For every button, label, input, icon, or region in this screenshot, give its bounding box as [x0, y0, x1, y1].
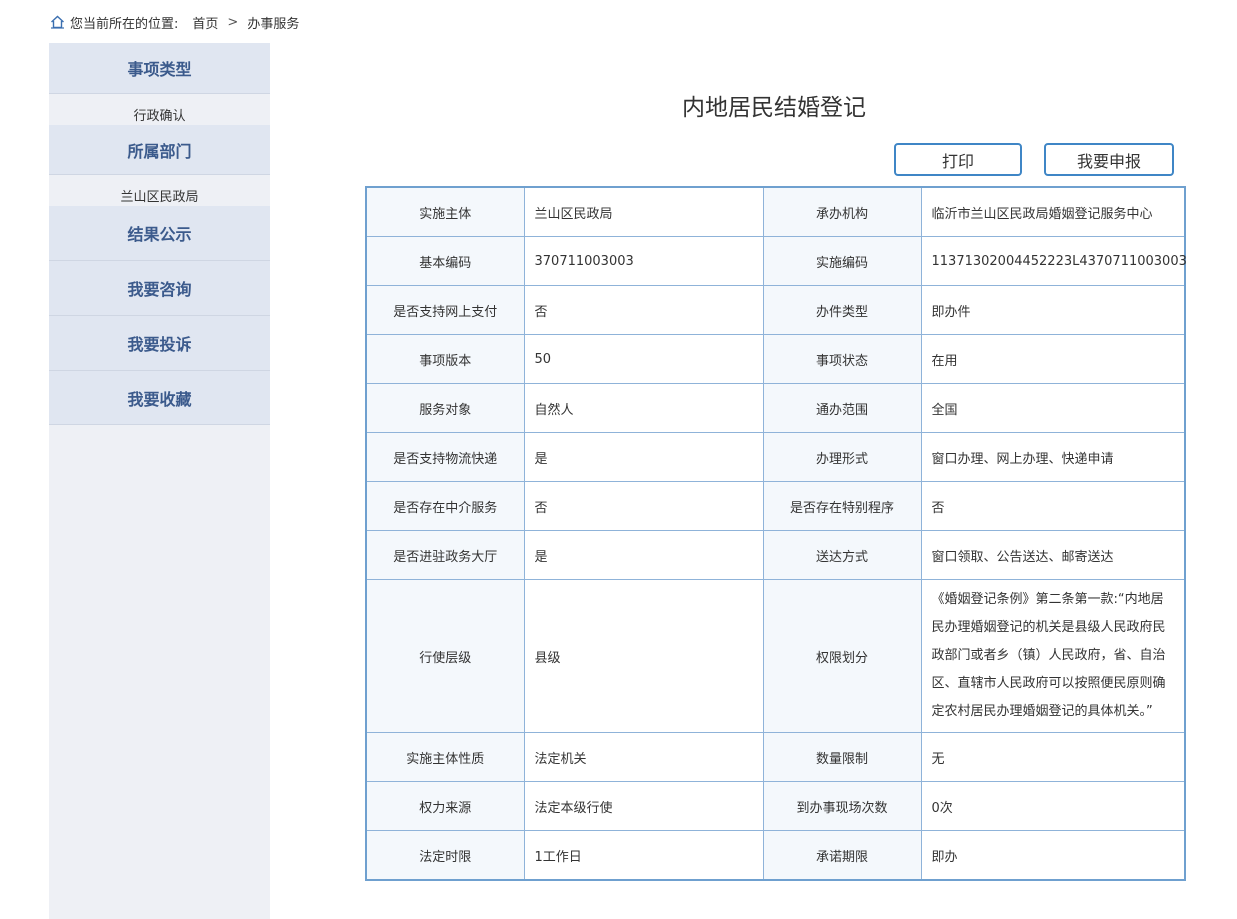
row-value: 0次	[920, 781, 1186, 831]
row-value: 50	[523, 334, 764, 384]
row-value: 否	[523, 481, 764, 531]
row-value: 370711003003	[523, 236, 764, 286]
sidebar-item-consult[interactable]: 我要咨询	[49, 261, 270, 316]
row-label: 服务对象	[365, 383, 525, 433]
table-row: 事项版本 50 事项状态 在用	[365, 334, 1186, 384]
breadcrumb-current[interactable]: 办事服务	[247, 13, 299, 32]
row-value: 自然人	[523, 383, 764, 433]
table-row: 实施主体性质 法定机关 数量限制 无	[365, 732, 1186, 782]
page-title: 内地居民结婚登记	[682, 95, 866, 121]
breadcrumb: 您当前所在的位置: 首页 > 办事服务	[50, 12, 299, 32]
row-value: 否	[920, 481, 1186, 531]
row-label: 是否支持物流快递	[365, 432, 525, 482]
apply-button[interactable]: 我要申报	[1044, 143, 1174, 176]
row-label: 办件类型	[762, 285, 922, 335]
row-value: 否	[523, 285, 764, 335]
row-value: 无	[920, 732, 1186, 782]
table-row: 行使层级 县级 权限划分 《婚姻登记条例》第二条第一款:“内地居民办理婚姻登记的…	[365, 579, 1186, 733]
table-row: 是否支持网上支付 否 办件类型 即办件	[365, 285, 1186, 335]
row-label: 通办范围	[762, 383, 922, 433]
row-value: 在用	[920, 334, 1186, 384]
row-label: 法定时限	[365, 830, 525, 881]
breadcrumb-prefix: 您当前所在的位置:	[70, 16, 179, 32]
row-label: 是否支持网上支付	[365, 285, 525, 335]
row-value: 是	[523, 432, 764, 482]
table-row: 是否存在中介服务 否 是否存在特别程序 否	[365, 481, 1186, 531]
sidebar-dept-value: 兰山区民政局	[120, 190, 199, 205]
table-row: 是否进驻政务大厅 是 送达方式 窗口领取、公告送达、邮寄送达	[365, 530, 1186, 580]
table-row: 实施主体 兰山区民政局 承办机构 临沂市兰山区民政局婚姻登记服务中心	[365, 186, 1186, 237]
sidebar-item-results[interactable]: 结果公示	[49, 206, 270, 261]
row-label: 实施主体	[365, 186, 525, 237]
row-label: 实施主体性质	[365, 732, 525, 782]
row-label: 承办机构	[762, 186, 922, 237]
row-value: 是	[523, 530, 764, 580]
row-label: 行使层级	[365, 579, 525, 733]
sidebar-type-value: 行政确认	[133, 109, 186, 124]
row-label: 实施编码	[762, 236, 922, 286]
row-label: 是否存在中介服务	[365, 481, 525, 531]
row-label: 数量限制	[762, 732, 922, 782]
row-value: 临沂市兰山区民政局婚姻登记服务中心	[920, 186, 1186, 237]
table-row: 基本编码 370711003003 实施编码 11371302004452223…	[365, 236, 1187, 286]
row-value: 11371302004452223L4370711003003	[920, 236, 1187, 286]
row-value: 兰山区民政局	[523, 186, 764, 237]
row-value: 即办件	[920, 285, 1186, 335]
row-value: 《婚姻登记条例》第二条第一款:“内地居民办理婚姻登记的机关是县级人民政府民政部门…	[920, 579, 1186, 733]
row-label: 到办事现场次数	[762, 781, 922, 831]
table-row: 权力来源 法定本级行使 到办事现场次数 0次	[365, 781, 1186, 831]
row-label: 事项版本	[365, 334, 525, 384]
table-row: 是否支持物流快递 是 办理形式 窗口办理、网上办理、快递申请	[365, 432, 1186, 482]
row-label: 送达方式	[762, 530, 922, 580]
home-icon	[50, 15, 65, 29]
row-label: 基本编码	[365, 236, 525, 286]
row-value: 县级	[523, 579, 764, 733]
sidebar: 事项类型 行政确认 所属部门 兰山区民政局 结果公示 我要咨询 我要投诉 我要收…	[49, 43, 270, 919]
row-value: 窗口办理、网上办理、快递申请	[920, 432, 1186, 482]
row-label: 承诺期限	[762, 830, 922, 881]
print-button[interactable]: 打印	[894, 143, 1022, 176]
row-label: 权力来源	[365, 781, 525, 831]
sidebar-item-complain[interactable]: 我要投诉	[49, 316, 270, 371]
row-value: 全国	[920, 383, 1186, 433]
breadcrumb-home-link[interactable]: 首页	[192, 13, 218, 32]
info-table: 实施主体 兰山区民政局 承办机构 临沂市兰山区民政局婚姻登记服务中心 基本编码 …	[365, 186, 1187, 881]
row-value: 法定机关	[523, 732, 764, 782]
row-label: 权限划分	[762, 579, 922, 733]
row-label: 是否存在特别程序	[762, 481, 922, 531]
row-value: 1工作日	[523, 830, 764, 881]
sidebar-item-favorite[interactable]: 我要收藏	[49, 371, 270, 425]
row-value: 窗口领取、公告送达、邮寄送达	[920, 530, 1186, 580]
row-value: 法定本级行使	[523, 781, 764, 831]
table-row: 服务对象 自然人 通办范围 全国	[365, 383, 1186, 433]
row-label: 事项状态	[762, 334, 922, 384]
row-label: 是否进驻政务大厅	[365, 530, 525, 580]
sidebar-dept-heading: 所属部门	[49, 125, 270, 175]
sidebar-type-heading: 事项类型	[49, 43, 270, 94]
row-value: 即办	[920, 830, 1186, 881]
breadcrumb-separator: >	[227, 14, 239, 30]
table-row: 法定时限 1工作日 承诺期限 即办	[365, 830, 1186, 881]
row-label: 办理形式	[762, 432, 922, 482]
